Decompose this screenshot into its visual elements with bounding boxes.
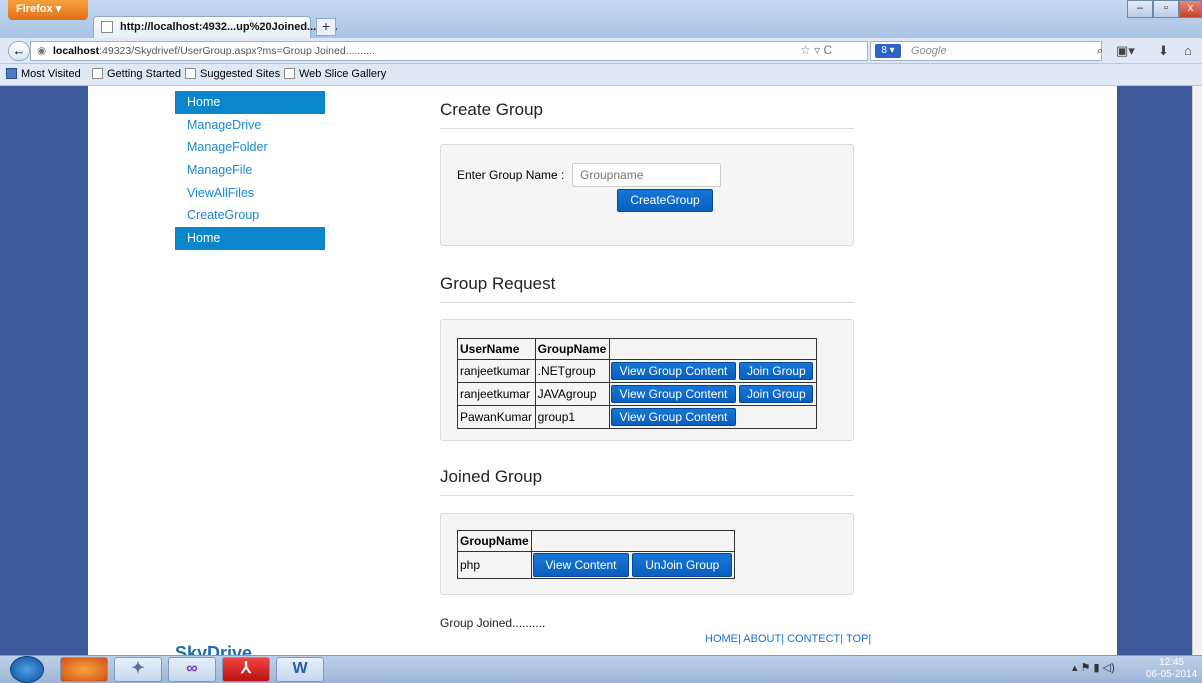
firefox-taskbar-icon[interactable] [60,657,108,682]
table-header-row: UserName GroupName [457,338,818,360]
group-name-label: Enter Group Name : [457,168,565,182]
system-tray-icons[interactable]: ▴ ⚑ ▮ ◁) [1072,661,1115,674]
search-box[interactable]: 8 ▾ Google ⌕ [870,41,1103,61]
bookmark-suggested-sites[interactable]: Suggested Sites [185,64,280,84]
create-group-button[interactable]: CreateGroup [617,189,713,212]
bookmarks-toolbar: Most Visited Getting Started Suggested S… [0,64,1202,86]
browser-tab[interactable]: http://localhost:4932...up%20Joined.....… [93,16,338,38]
group-request-heading: Group Request [440,274,854,303]
word-taskbar-icon[interactable]: W [276,657,324,682]
pdf-reader-taskbar-icon[interactable]: ⅄ [222,657,270,682]
view-group-content-button[interactable]: View Group Content [610,408,736,426]
cell-actions: View Group Content [608,405,818,429]
table-row: PawanKumar group1 View Group Content [457,405,818,429]
table-header-row: GroupName [457,530,736,552]
cell-groupname: group1 [534,405,610,429]
app-taskbar-icon[interactable]: ✦ [114,657,162,682]
status-message: Group Joined.......... [440,616,546,630]
cell-actions: View Group Content Join Group [608,359,818,383]
bookmarks-menu-icon[interactable]: ▣▾ [1116,43,1135,59]
bookmark-folder-icon [6,68,17,79]
create-group-panel: Enter Group Name : CreateGroup [440,144,854,246]
downloads-icon[interactable]: ⬇ [1158,43,1169,59]
bookmark-getting-started[interactable]: Getting Started [92,64,181,84]
cell-groupname: php [457,551,532,579]
cell-username: ranjeetkumar [457,359,536,383]
table-row: php View Content UnJoin Group [457,551,736,579]
minimize-button[interactable]: – [1127,0,1153,18]
bookmark-web-slice-gallery[interactable]: Web Slice Gallery [284,64,386,84]
column-header-username: UserName [457,338,536,360]
new-tab-button[interactable]: + [316,18,336,36]
view-content-button[interactable]: View Content [532,553,629,577]
menu-item-home-2[interactable]: Home [175,227,325,250]
maximize-button[interactable]: ▫ [1153,0,1179,18]
menu-item-viewallfiles[interactable]: ViewAllFiles [175,182,325,205]
vertical-scrollbar[interactable] [1192,86,1202,655]
cell-username: PawanKumar [457,405,536,429]
bookmark-page-icon [92,68,103,79]
bookmark-star-icon[interactable]: ☆ ▿ C [800,43,832,57]
cell-username: ranjeetkumar [457,382,536,406]
joined-group-heading: Joined Group [440,467,854,496]
menu-item-managedrive[interactable]: ManageDrive [175,114,325,137]
address-bar[interactable]: ◉ localhost:49323/Skydrivef/UserGroup.asp… [30,41,868,61]
back-button[interactable]: ← [8,41,30,61]
reload-icon: C [823,43,833,57]
menu-item-managefile[interactable]: ManageFile [175,159,325,182]
create-group-heading: Create Group [440,100,854,129]
table-row: ranjeetkumar .NETgroup View Group Conten… [457,359,818,383]
cell-groupname: .NETgroup [534,359,610,383]
firefox-menu-button[interactable]: Firefox ▾ [8,0,88,20]
close-window-button[interactable]: x [1179,0,1202,18]
start-button[interactable] [10,656,44,683]
group-request-panel: UserName GroupName ranjeetkumar .NETgrou… [440,319,854,441]
site-logo: SkyDrive [175,643,253,655]
home-icon[interactable]: ⌂ [1184,43,1192,58]
bookmark-most-visited[interactable]: Most Visited [6,64,81,84]
view-group-content-button[interactable]: View Group Content [610,362,736,380]
visual-studio-taskbar-icon[interactable]: ∞ [168,657,216,682]
cell-actions: View Content UnJoin Group [530,551,736,579]
column-header-actions [608,338,818,360]
search-engine-icon[interactable]: 8 ▾ [875,44,901,58]
unjoin-group-button[interactable]: UnJoin Group [632,553,733,577]
system-clock[interactable]: 12:45 06-05-2014 [1146,657,1197,681]
join-group-button[interactable]: Join Group [739,385,814,403]
bookmark-page-icon [284,68,295,79]
column-header-groupname: GroupName [534,338,610,360]
search-icon[interactable]: ⌕ [1097,42,1103,60]
menu-item-managefolder[interactable]: ManageFolder [175,136,325,159]
footer-links[interactable]: HOME| ABOUT| CONTECT| TOP| [705,633,871,645]
view-group-content-button[interactable]: View Group Content [610,385,736,403]
tab-title: http://localhost:4932...up%20Joined.....… [120,21,338,33]
joined-group-panel: GroupName php View Content UnJoin Group [440,513,854,595]
menu-item-home[interactable]: Home [175,91,325,114]
column-header-actions [530,530,736,552]
menu-item-creategroup[interactable]: CreateGroup [175,204,325,227]
page-favicon-icon [101,21,113,33]
side-menu: Home ManageDrive ManageFolder ManageFile… [175,91,325,250]
cell-groupname: JAVAgroup [534,382,610,406]
group-request-table: UserName GroupName ranjeetkumar .NETgrou… [457,338,818,429]
cell-actions: View Group Content Join Group [608,382,818,406]
globe-icon: ◉ [37,45,47,57]
join-group-button[interactable]: Join Group [739,362,814,380]
table-row: ranjeetkumar JAVAgroup View Group Conten… [457,382,818,406]
column-header-groupname: GroupName [457,530,532,552]
joined-group-table: GroupName php View Content UnJoin Group [457,530,736,579]
bookmark-page-icon [185,68,196,79]
group-name-input[interactable] [572,163,721,187]
